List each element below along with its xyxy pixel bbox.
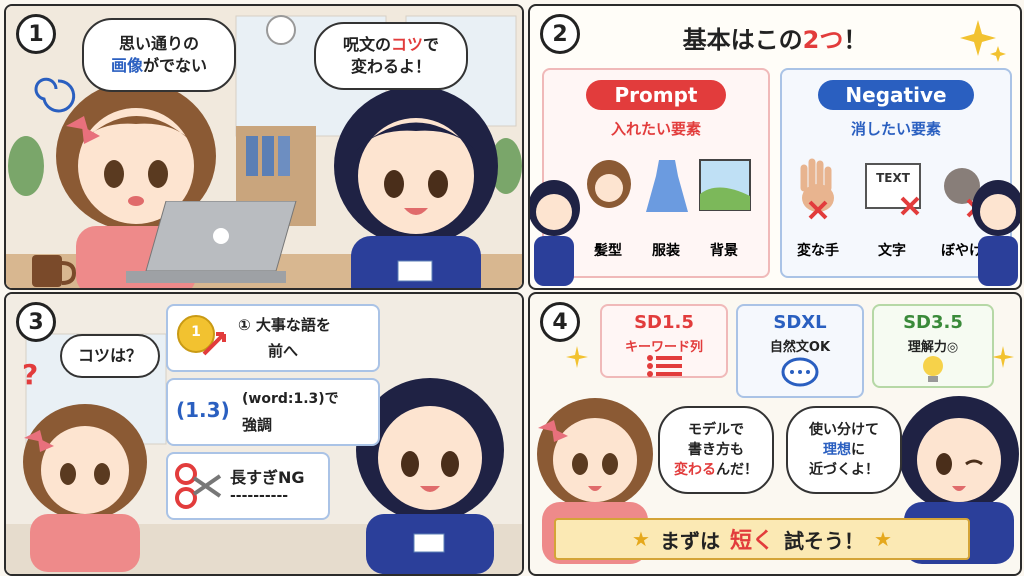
mini-girl-navy: [530, 180, 580, 286]
bubble-line: 思い通りの: [118, 34, 199, 53]
panel-2: 2 基本はこの2つ！ Prompt 入れたい要素 髪型 服装 背景 Negati…: [528, 4, 1022, 290]
bubble-text: に: [851, 442, 865, 458]
bubble-text: で: [423, 35, 440, 54]
negative-subtitle: 消したい要素: [850, 120, 941, 138]
model-card-sdxl: SDXL 自然文OK: [736, 304, 864, 398]
list-icon: [647, 355, 682, 377]
model-desc: 理解力◎: [907, 340, 959, 355]
highlight-word: 理想: [823, 442, 851, 458]
bubble-line: 呪文のコツで: [316, 34, 466, 56]
tip-line: 長すぎNG: [230, 468, 305, 487]
prompt-item: 服装: [652, 243, 680, 259]
girl-navy-hair: [334, 86, 498, 288]
landscape-icon: [699, 159, 751, 211]
tip-line: 強調: [242, 416, 273, 434]
tip-card-3: 長すぎNG ----------: [166, 452, 330, 520]
model-desc: キーワード列: [624, 340, 703, 355]
sparkle-icon: [566, 346, 588, 368]
bubble-text: がでない: [143, 56, 208, 75]
bubble-line: 画像がでない: [84, 55, 234, 77]
hairstyle-icon: [587, 160, 631, 208]
speech-bubble-left: 思い通りの 画像がでない: [82, 18, 236, 92]
question-mark-icon: ?: [22, 358, 39, 391]
panel-2-title: 基本はこの2つ！: [530, 20, 1020, 55]
negative-item: 変な手: [797, 243, 839, 259]
title-text: 基本はこの: [682, 26, 803, 54]
panel-1: 1 思い通りの 画像がでない 呪文のコツで 変わるよ！: [4, 4, 524, 290]
medal-number: 1: [191, 324, 201, 340]
bubble-text: んだ！: [716, 462, 758, 478]
girl-brown-hair: [23, 404, 147, 572]
bubble-line: 近づくよ！: [809, 462, 879, 478]
tip-line: ① 大事な語を: [238, 316, 331, 334]
mini-girl-navy-right: [972, 180, 1020, 286]
weight-tag: (1.3): [176, 398, 230, 422]
speech-bubble-right: 呪文のコツで 変わるよ！: [314, 22, 468, 90]
star-icon: ★: [874, 527, 892, 551]
model-name: SD3.5: [903, 312, 963, 333]
bubble-line: モデルで: [688, 422, 744, 438]
tip-line: 前へ: [268, 342, 299, 360]
highlight-word: 変わる: [674, 462, 716, 478]
banner-text: 試そう！: [784, 528, 864, 553]
dress-icon: [646, 160, 688, 212]
model-card-sd15: SD1.5 キーワード列: [600, 304, 728, 378]
model-card-sd35: SD3.5 理解力◎: [872, 304, 994, 388]
highlight-word: 画像: [110, 56, 143, 75]
speech-bubble: コツは？: [60, 334, 160, 378]
lightbulb-icon: [923, 356, 943, 382]
model-name: SD1.5: [634, 312, 694, 333]
tip-line: (word:1.3)で: [242, 391, 339, 407]
tip-line: ----------: [230, 488, 289, 504]
bubble-line: 変わるよ！: [350, 57, 431, 76]
laptop-icon: [126, 201, 297, 283]
panel-number: 4: [540, 302, 580, 342]
panel-number: 3: [16, 302, 56, 342]
bubble-line: 理想に: [788, 440, 900, 460]
hand-icon: [800, 158, 834, 220]
model-name: SDXL: [773, 312, 827, 333]
sparkle-icon: [960, 20, 1006, 62]
title-text: ！: [843, 26, 868, 54]
scissors-icon: [175, 463, 222, 509]
star-icon: ★: [632, 527, 650, 551]
prompt-subtitle: 入れたい要素: [610, 120, 701, 138]
banner-text: まずは: [659, 528, 720, 553]
prompt-label: Prompt: [586, 80, 726, 110]
negative-item: 文字: [878, 243, 906, 259]
bubble-line: 書き方も: [688, 442, 744, 458]
mug-icon: [32, 255, 77, 287]
negative-label: Negative: [818, 80, 974, 110]
tip-card-2: (1.3) (word:1.3)で 強調: [166, 378, 380, 446]
banner-highlight: 短く: [729, 529, 774, 554]
title-highlight: 2つ: [802, 26, 844, 54]
bubble-line: 使い分けて: [809, 422, 879, 438]
panel-number: 1: [16, 14, 56, 54]
banner: ★ まずは 短く 試そう！ ★: [554, 518, 970, 560]
panel-3: 3 コツは？ ? 1 ① 大事な語を 前へ (1.3) (word:1.3)で …: [4, 292, 524, 576]
tip-card-1: 1 ① 大事な語を 前へ: [166, 304, 380, 372]
text-icon: TEXT: [865, 163, 921, 216]
swirl-icon: [34, 77, 76, 113]
clock-icon: [266, 15, 296, 45]
bubble-line: 変わるんだ！: [660, 460, 772, 480]
speech-bubble-left: モデルで 書き方も 変わるんだ！: [658, 406, 774, 494]
speech-bubble-right: 使い分けて 理想に 近づくよ！: [786, 406, 902, 494]
panel-4: 4 SD1.5 キーワード列 SDXL 自然文OK SD3.5 理解力◎ モデル…: [528, 292, 1022, 576]
prompt-item: 背景: [710, 243, 738, 259]
highlight-word: コツ: [390, 35, 423, 54]
prompt-item: 髪型: [594, 243, 622, 259]
sparkle-icon: [992, 346, 1014, 368]
model-desc: 自然文OK: [769, 340, 831, 355]
bubble-text: 呪文の: [342, 35, 391, 54]
text-icon-label: TEXT: [876, 171, 911, 185]
chat-bubble-icon: [781, 357, 819, 387]
